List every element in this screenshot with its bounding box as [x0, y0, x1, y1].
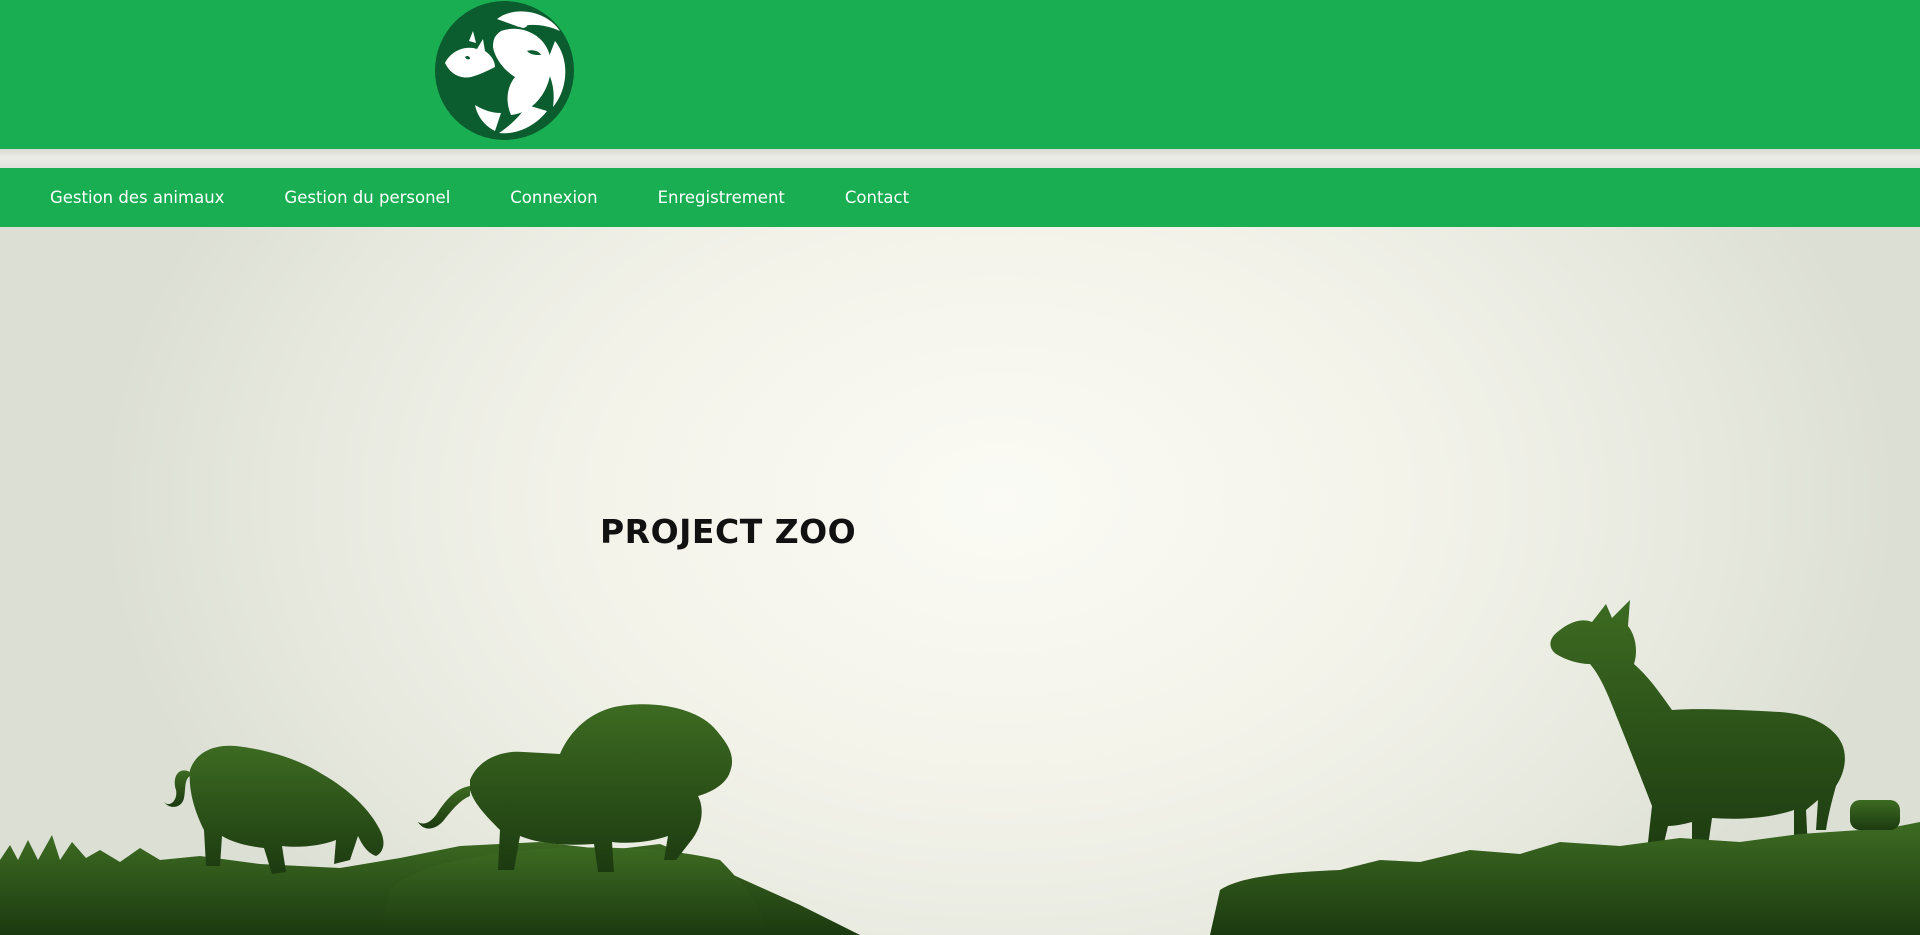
rock-right	[1210, 822, 1920, 935]
nav-link-connexion[interactable]: Connexion	[510, 188, 597, 207]
grazing-animal-silhouette	[189, 745, 384, 874]
hero-title: PROJECT ZOO	[600, 512, 857, 551]
main-navbar: Gestion des animaux Gestion du personel …	[0, 168, 1920, 227]
savanna-animals-illustration	[0, 560, 1920, 935]
nav-link-enregistrement[interactable]: Enregistrement	[658, 188, 785, 207]
nav-link-gestion-animaux[interactable]: Gestion des animaux	[50, 188, 224, 207]
deer-silhouette	[1550, 600, 1845, 860]
site-header	[0, 0, 1920, 149]
lion-silhouette	[470, 704, 733, 872]
header-divider	[0, 149, 1920, 168]
nav-link-gestion-personel[interactable]: Gestion du personel	[284, 188, 450, 207]
page: Gestion des animaux Gestion du personel …	[0, 0, 1920, 935]
lion-and-rhino-logo-icon[interactable]	[435, 1, 574, 140]
nav-link-contact[interactable]: Contact	[845, 188, 909, 207]
